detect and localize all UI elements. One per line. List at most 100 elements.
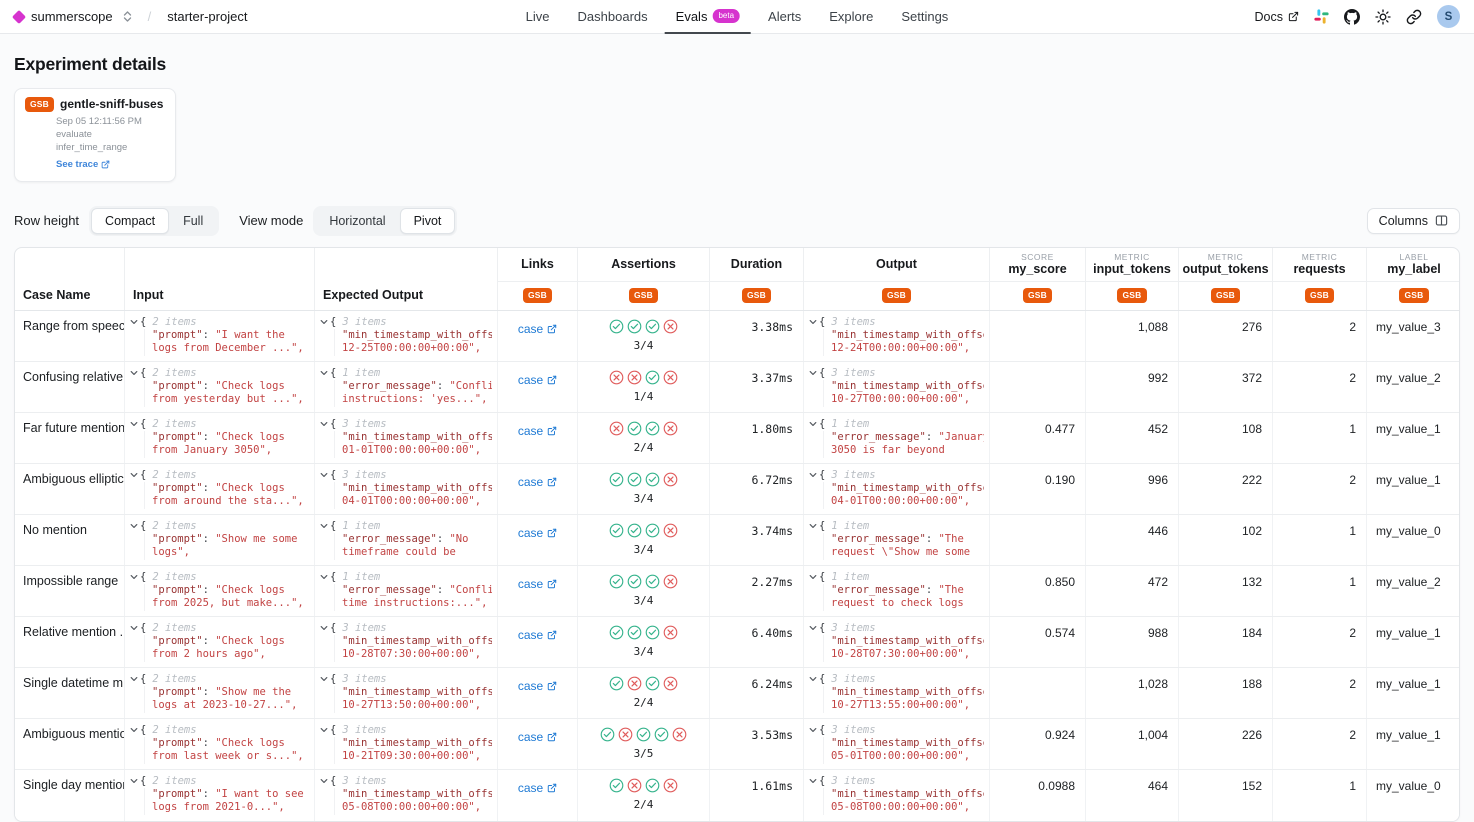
column-header-output[interactable]: Output GSB [804, 248, 990, 310]
table-row[interactable]: Single datetime m... { 2 items "prompt":… [15, 668, 1459, 719]
column-header-assertions[interactable]: Assertions GSB [578, 248, 710, 310]
chevron-down-icon[interactable] [809, 471, 817, 479]
chevron-down-icon[interactable] [130, 369, 138, 377]
experiment-badge[interactable]: GSB [1211, 288, 1240, 303]
chevron-down-icon[interactable] [130, 777, 138, 785]
chevron-down-icon[interactable] [130, 318, 138, 326]
table-row[interactable]: Relative mention ... { 2 items "prompt":… [15, 617, 1459, 668]
table-row[interactable]: No mention { 2 items "prompt": "Show me … [15, 515, 1459, 566]
chevron-down-icon[interactable] [809, 675, 817, 683]
assertion-pass-icon [627, 472, 642, 487]
case-link[interactable]: case [518, 322, 557, 338]
column-header-expected_output[interactable]: Expected Output [315, 248, 498, 310]
assertions-cell: 2/4 [578, 668, 710, 718]
case-link[interactable]: case [518, 577, 557, 593]
case-link[interactable]: case [518, 679, 557, 695]
column-header-input[interactable]: Input [125, 248, 315, 310]
chevron-down-icon[interactable] [320, 624, 328, 632]
chevron-down-icon[interactable] [130, 624, 138, 632]
column-header-case_name[interactable]: Case Name [15, 248, 125, 310]
table-row[interactable]: Single day mention { 2 items "prompt": "… [15, 770, 1459, 821]
experiment-badge[interactable]: GSB [523, 288, 552, 303]
chevron-down-icon[interactable] [809, 726, 817, 734]
assertion-fail-icon [663, 472, 678, 487]
column-header-my_score[interactable]: SCORE my_score GSB [990, 248, 1086, 310]
org-selector[interactable]: summerscope [31, 9, 113, 24]
table-row[interactable]: Range from speech { 2 items "prompt": "I… [15, 311, 1459, 362]
slack-icon[interactable] [1314, 9, 1329, 24]
table-row[interactable]: Ambiguous elliptic... { 2 items "prompt"… [15, 464, 1459, 515]
case-link[interactable]: case [518, 628, 557, 644]
experiment-badge[interactable]: GSB [1117, 288, 1146, 303]
github-icon[interactable] [1344, 9, 1360, 25]
experiment-badge[interactable]: GSB [742, 288, 771, 303]
table-row[interactable]: Confusing relative... { 2 items "prompt"… [15, 362, 1459, 413]
nav-item-alerts[interactable]: Alerts [757, 0, 812, 34]
chevron-down-icon[interactable] [809, 777, 817, 785]
chevrons-up-down-icon[interactable] [123, 11, 132, 22]
table-row[interactable]: Far future mention { 2 items "prompt": "… [15, 413, 1459, 464]
nav-item-evals[interactable]: Evals beta [665, 0, 751, 34]
columns-button[interactable]: Columns [1367, 208, 1460, 234]
case-link[interactable]: case [518, 781, 557, 797]
chevron-down-icon[interactable] [809, 573, 817, 581]
chevron-down-icon[interactable] [809, 369, 817, 377]
chevron-down-icon[interactable] [130, 573, 138, 581]
row-height-option-compact[interactable]: Compact [91, 208, 169, 234]
view-mode-option-horizontal[interactable]: Horizontal [315, 208, 399, 234]
chevron-down-icon[interactable] [809, 624, 817, 632]
experiment-timestamp: Sep 05 12:11:56 PM [56, 115, 165, 128]
project-name[interactable]: starter-project [167, 9, 247, 24]
chevron-down-icon[interactable] [130, 471, 138, 479]
experiment-badge[interactable]: GSB [1399, 288, 1428, 303]
chevron-down-icon[interactable] [130, 726, 138, 734]
column-header-duration[interactable]: Duration GSB [710, 248, 804, 310]
chevron-down-icon[interactable] [320, 318, 328, 326]
chevron-down-icon[interactable] [320, 573, 328, 581]
chevron-down-icon[interactable] [320, 369, 328, 377]
chevron-down-icon[interactable] [130, 675, 138, 683]
case-link[interactable]: case [518, 424, 557, 440]
theme-toggle-icon[interactable] [1375, 9, 1391, 25]
json-item-count: 2 items [152, 622, 196, 634]
chevron-down-icon[interactable] [130, 522, 138, 530]
experiment-badge[interactable]: GSB [882, 288, 911, 303]
chevron-down-icon[interactable] [130, 420, 138, 428]
docs-link[interactable]: Docs [1255, 10, 1299, 24]
table-row[interactable]: Impossible range { 2 items "prompt": "Ch… [15, 566, 1459, 617]
chevron-down-icon[interactable] [320, 471, 328, 479]
case-link[interactable]: case [518, 475, 557, 491]
link-icon[interactable] [1406, 9, 1422, 25]
chevron-down-icon[interactable] [320, 675, 328, 683]
nav-item-explore[interactable]: Explore [818, 0, 884, 34]
chevron-down-icon[interactable] [809, 318, 817, 326]
column-header-links[interactable]: Links GSB [498, 248, 578, 310]
column-header-my_label[interactable]: LABEL my_label GSB [1367, 248, 1460, 310]
experiment-badge[interactable]: GSB [1305, 288, 1334, 303]
chevron-down-icon[interactable] [320, 726, 328, 734]
assertions-score: 2/4 [578, 696, 709, 709]
user-avatar[interactable]: S [1437, 5, 1460, 28]
chevron-down-icon[interactable] [809, 420, 817, 428]
chevron-down-icon[interactable] [320, 777, 328, 785]
table-row[interactable]: Ambiguous mention { 2 items "prompt": "C… [15, 719, 1459, 770]
column-header-output_tokens[interactable]: METRIC output_tokens GSB [1179, 248, 1273, 310]
see-trace-link[interactable]: See trace [56, 159, 110, 170]
experiment-badge[interactable]: GSB [1023, 288, 1052, 303]
nav-item-live[interactable]: Live [515, 0, 561, 34]
nav-item-dashboards[interactable]: Dashboards [567, 0, 659, 34]
experiment-badge[interactable]: GSB [629, 288, 658, 303]
view-mode-option-pivot[interactable]: Pivot [400, 208, 456, 234]
requests-cell: 1 [1273, 770, 1367, 821]
column-header-requests[interactable]: METRIC requests GSB [1273, 248, 1367, 310]
case-link[interactable]: case [518, 730, 557, 746]
experiment-card[interactable]: GSB gentle-sniff-buses Sep 05 12:11:56 P… [14, 88, 176, 182]
nav-item-settings[interactable]: Settings [890, 0, 959, 34]
chevron-down-icon[interactable] [320, 522, 328, 530]
chevron-down-icon[interactable] [809, 522, 817, 530]
case-link[interactable]: case [518, 373, 557, 389]
row-height-option-full[interactable]: Full [169, 208, 217, 234]
case-link[interactable]: case [518, 526, 557, 542]
column-header-input_tokens[interactable]: METRIC input_tokens GSB [1086, 248, 1179, 310]
chevron-down-icon[interactable] [320, 420, 328, 428]
